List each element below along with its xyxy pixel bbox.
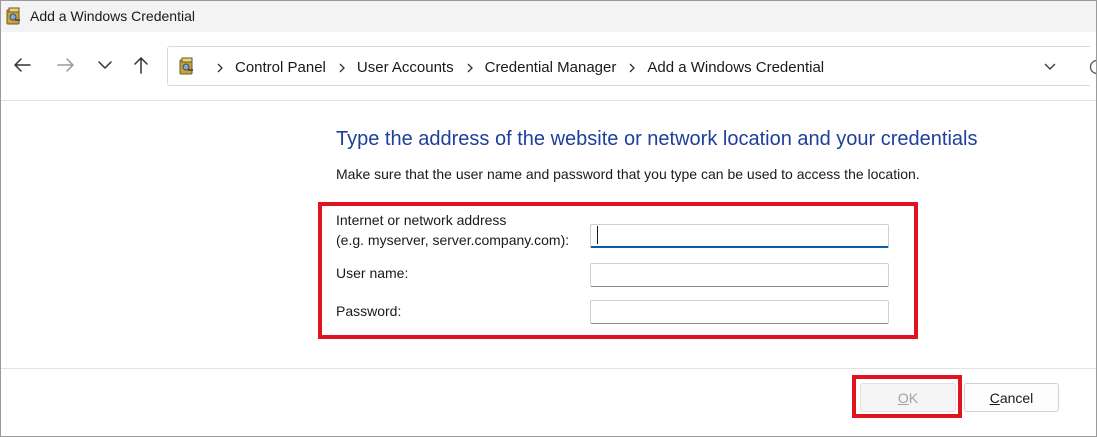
navigation-bar: Control Panel User Accounts Credential M…: [1, 32, 1096, 101]
chevron-right-icon[interactable]: [464, 61, 476, 73]
chevron-right-icon[interactable]: [214, 61, 226, 73]
page-heading: Type the address of the website or netwo…: [336, 128, 978, 150]
chevron-down-icon[interactable]: [94, 54, 116, 76]
breadcrumb-add-windows-credential[interactable]: Add a Windows Credential: [647, 59, 824, 76]
arrow-up-icon[interactable]: [130, 54, 152, 76]
arrow-right-icon[interactable]: [55, 54, 77, 76]
cancel-button[interactable]: Cancel: [964, 383, 1059, 412]
credential-window: Add a Windows Credential Control Panel U…: [0, 0, 1097, 437]
form-highlight-box: [318, 202, 918, 339]
breadcrumb: Control Panel User Accounts Credential M…: [204, 57, 824, 77]
breadcrumb-user-accounts[interactable]: User Accounts: [357, 59, 454, 76]
cancel-label-rest: ancel: [999, 389, 1034, 406]
page-description: Make sure that the user name and passwor…: [336, 166, 920, 182]
window-title: Add a Windows Credential: [30, 8, 195, 24]
cancel-access-key: C: [989, 389, 1000, 406]
breadcrumb-control-panel[interactable]: Control Panel: [235, 59, 326, 76]
title-bar: Add a Windows Credential: [1, 1, 1096, 32]
footer-divider: [1, 368, 1096, 369]
address-bar[interactable]: Control Panel User Accounts Credential M…: [167, 46, 1090, 86]
refresh-icon[interactable]: [1087, 57, 1096, 77]
chevron-down-icon[interactable]: [1042, 58, 1058, 74]
breadcrumb-credential-manager[interactable]: Credential Manager: [485, 59, 617, 76]
arrow-left-icon[interactable]: [11, 54, 33, 76]
chevron-right-icon[interactable]: [336, 61, 348, 73]
chevron-right-icon[interactable]: [626, 61, 638, 73]
credential-manager-icon: [179, 57, 195, 75]
credential-manager-icon: [6, 7, 22, 25]
ok-highlight-box: [852, 375, 962, 418]
